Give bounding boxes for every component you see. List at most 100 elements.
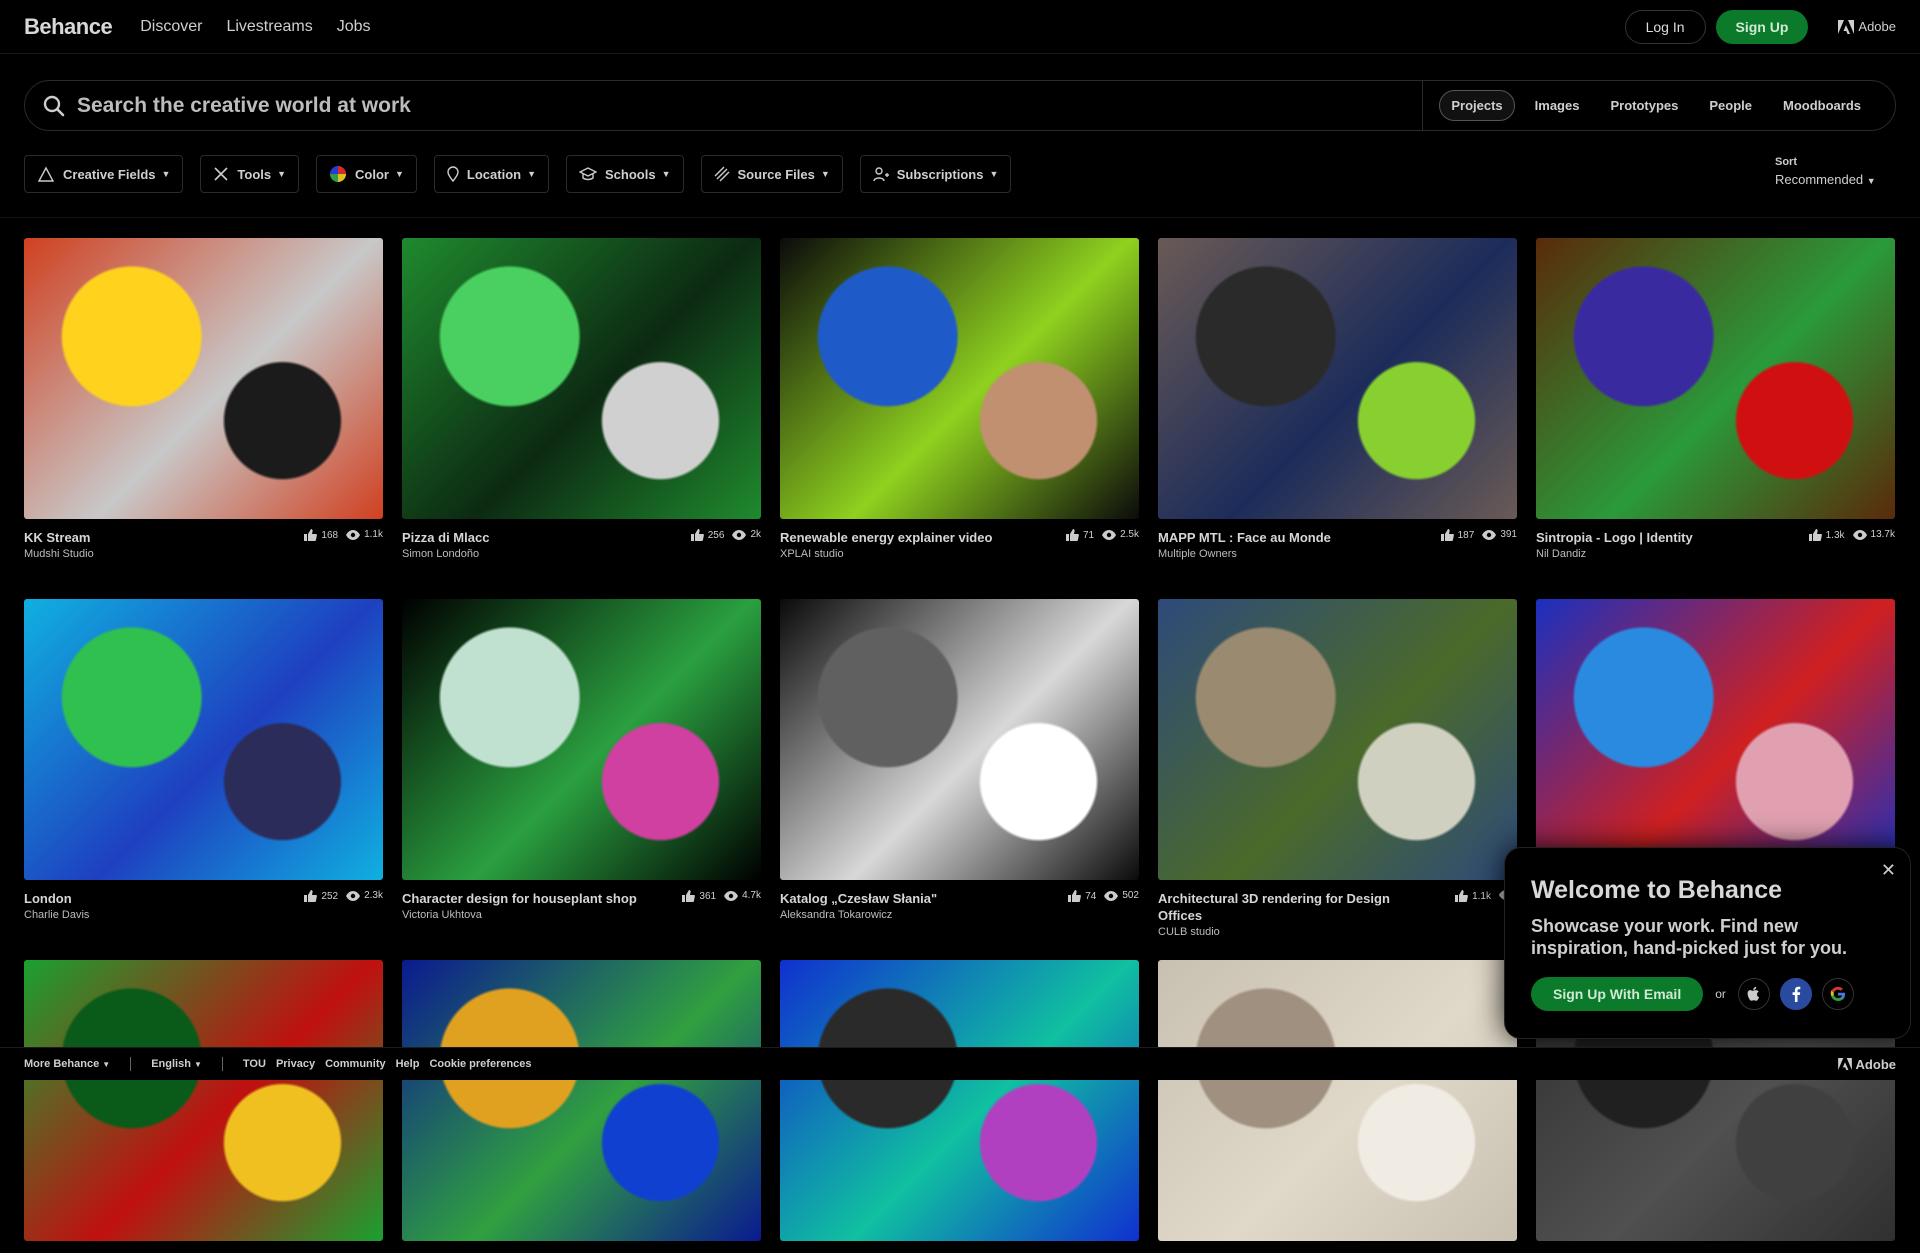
- project-card[interactable]: Sintropia - Logo | Identity Nil Dandiz 1.3…: [1536, 238, 1895, 560]
- apple-signin-button[interactable]: [1737, 978, 1770, 1010]
- project-title[interactable]: London: [24, 890, 89, 907]
- project-thumbnail[interactable]: [1158, 960, 1517, 1241]
- filter-source-files[interactable]: Source Files ▼: [700, 155, 843, 193]
- more-behance-dropdown[interactable]: More Behance ▼: [24, 1058, 110, 1070]
- project-thumbnail[interactable]: [402, 238, 761, 519]
- footer-adobe-link[interactable]: Adobe: [1837, 1057, 1896, 1072]
- eye-icon: [1104, 890, 1119, 901]
- project-thumbnail[interactable]: [1158, 238, 1517, 519]
- language-dropdown[interactable]: English ▼: [151, 1058, 202, 1070]
- footer-link-cookie-preferences[interactable]: Cookie preferences: [429, 1058, 531, 1070]
- likes-stat: 187: [1440, 529, 1474, 541]
- welcome-modal: ✕ Welcome to Behance Showcase your work.…: [1505, 848, 1910, 1038]
- project-owner[interactable]: XPLAI studio: [780, 548, 992, 560]
- project-thumbnail[interactable]: [402, 599, 761, 880]
- nav-jobs[interactable]: Jobs: [337, 18, 371, 36]
- project-info: Character design for houseplant shop Vict…: [402, 890, 637, 921]
- signup-button[interactable]: Sign Up: [1715, 9, 1809, 44]
- footer-link-help[interactable]: Help: [396, 1058, 420, 1070]
- project-owner[interactable]: Multiple Owners: [1158, 548, 1331, 560]
- project-stats: 256 2k: [683, 529, 761, 560]
- project-thumbnail[interactable]: [780, 960, 1139, 1241]
- footer-link-tou[interactable]: TOU: [243, 1058, 266, 1070]
- views-count: 2.5k: [1120, 529, 1139, 540]
- project-card[interactable]: [780, 960, 1139, 1253]
- project-owner[interactable]: Simon Londoño: [402, 548, 489, 560]
- facebook-signin-button[interactable]: [1779, 978, 1812, 1010]
- views-count: 4.7k: [742, 890, 761, 901]
- project-card[interactable]: Renewable energy explainer video XPLAI st…: [780, 238, 1139, 560]
- project-thumbnail[interactable]: [402, 960, 761, 1241]
- tab-moodboards[interactable]: Moodboards: [1772, 91, 1872, 120]
- project-card[interactable]: Katalog „Czesław Słania" Aleksandra Tokar…: [780, 599, 1139, 921]
- project-card[interactable]: [1158, 960, 1517, 1253]
- filter-subscriptions[interactable]: Subscriptions ▼: [859, 155, 1012, 193]
- project-card[interactable]: MAPP MTL : Face au Monde Multiple Owners 1…: [1158, 238, 1517, 560]
- adobe-link[interactable]: Adobe: [1838, 19, 1896, 34]
- project-thumbnail[interactable]: [1158, 599, 1517, 880]
- project-thumbnail[interactable]: [780, 238, 1139, 519]
- signup-email-button[interactable]: Sign Up With Email: [1531, 977, 1704, 1011]
- project-owner[interactable]: Mudshi Studio: [24, 548, 94, 560]
- filter-tools[interactable]: Tools ▼: [200, 155, 300, 193]
- sort-dropdown[interactable]: Sort Recommended ▼: [1775, 156, 1876, 187]
- project-card[interactable]: Pizza di Mlacc Simon Londoño 256 2k: [402, 238, 761, 560]
- project-owner[interactable]: CULB studio: [1158, 926, 1398, 938]
- nav-livestreams[interactable]: Livestreams: [226, 18, 312, 36]
- filter-location[interactable]: Location ▼: [433, 155, 550, 193]
- project-card[interactable]: Character design for houseplant shop Vict…: [402, 599, 761, 921]
- project-thumbnail[interactable]: [1536, 238, 1895, 519]
- filter-color[interactable]: Color ▼: [316, 155, 417, 193]
- project-stats: 252 2.3k: [296, 890, 383, 921]
- project-info: Renewable energy explainer video XPLAI st…: [780, 529, 992, 560]
- tab-people[interactable]: People: [1698, 91, 1763, 120]
- thumbs-up-icon: [1455, 890, 1469, 902]
- project-title[interactable]: Pizza di Mlacc: [402, 529, 489, 546]
- project-card[interactable]: [24, 960, 383, 1253]
- footer-link-community[interactable]: Community: [325, 1058, 386, 1070]
- close-icon[interactable]: ✕: [1881, 860, 1896, 881]
- project-owner[interactable]: Nil Dandiz: [1536, 548, 1693, 560]
- tab-images[interactable]: Images: [1524, 91, 1591, 120]
- project-title[interactable]: KK Stream: [24, 529, 94, 546]
- project-card[interactable]: [402, 960, 761, 1253]
- likes-stat: 168: [304, 529, 338, 541]
- footer-separator: [130, 1057, 132, 1071]
- school-cap-icon: [579, 167, 598, 181]
- project-title[interactable]: Character design for houseplant shop: [402, 890, 637, 907]
- eye-icon: [724, 890, 739, 901]
- behance-logo[interactable]: Behance: [24, 14, 113, 40]
- project-meta: Architectural 3D rendering for Design Of…: [1158, 890, 1517, 938]
- login-button[interactable]: Log In: [1624, 9, 1706, 44]
- project-thumbnail[interactable]: [1536, 599, 1895, 880]
- nav-discover[interactable]: Discover: [140, 18, 202, 36]
- eye-icon: [346, 890, 361, 901]
- project-title[interactable]: Renewable energy explainer video: [780, 529, 992, 546]
- project-title[interactable]: MAPP MTL : Face au Monde: [1158, 529, 1331, 546]
- project-card[interactable]: London Charlie Davis 252 2.3k: [24, 599, 383, 921]
- search-input[interactable]: [77, 81, 1423, 130]
- project-thumbnail[interactable]: [24, 960, 383, 1241]
- eye-icon: [1482, 529, 1497, 540]
- views-count: 2k: [750, 529, 761, 540]
- project-title[interactable]: Sintropia - Logo | Identity: [1536, 529, 1693, 546]
- project-owner[interactable]: Charlie Davis: [24, 909, 89, 921]
- project-thumbnail[interactable]: [24, 238, 383, 519]
- project-card[interactable]: KK Stream Mudshi Studio 168 1.1k: [24, 238, 383, 560]
- project-thumbnail[interactable]: [24, 599, 383, 880]
- eye-icon: [1852, 529, 1867, 540]
- project-title[interactable]: Architectural 3D rendering for Design Of…: [1158, 890, 1398, 924]
- footer-link-privacy[interactable]: Privacy: [276, 1058, 315, 1070]
- tab-projects[interactable]: Projects: [1439, 90, 1515, 121]
- views-stat: 1.1k: [346, 529, 383, 540]
- views-count: 502: [1122, 890, 1139, 901]
- google-signin-button[interactable]: [1821, 978, 1854, 1010]
- project-owner[interactable]: Aleksandra Tokarowicz: [780, 909, 937, 921]
- project-thumbnail[interactable]: [780, 599, 1139, 880]
- project-title[interactable]: Katalog „Czesław Słania": [780, 890, 937, 907]
- filter-creative-fields[interactable]: Creative Fields ▼: [24, 155, 184, 193]
- filter-schools[interactable]: Schools ▼: [566, 155, 684, 193]
- tab-prototypes[interactable]: Prototypes: [1599, 91, 1689, 120]
- project-card[interactable]: Architectural 3D rendering for Design Of…: [1158, 599, 1517, 938]
- project-owner[interactable]: Victoria Ukhtova: [402, 909, 637, 921]
